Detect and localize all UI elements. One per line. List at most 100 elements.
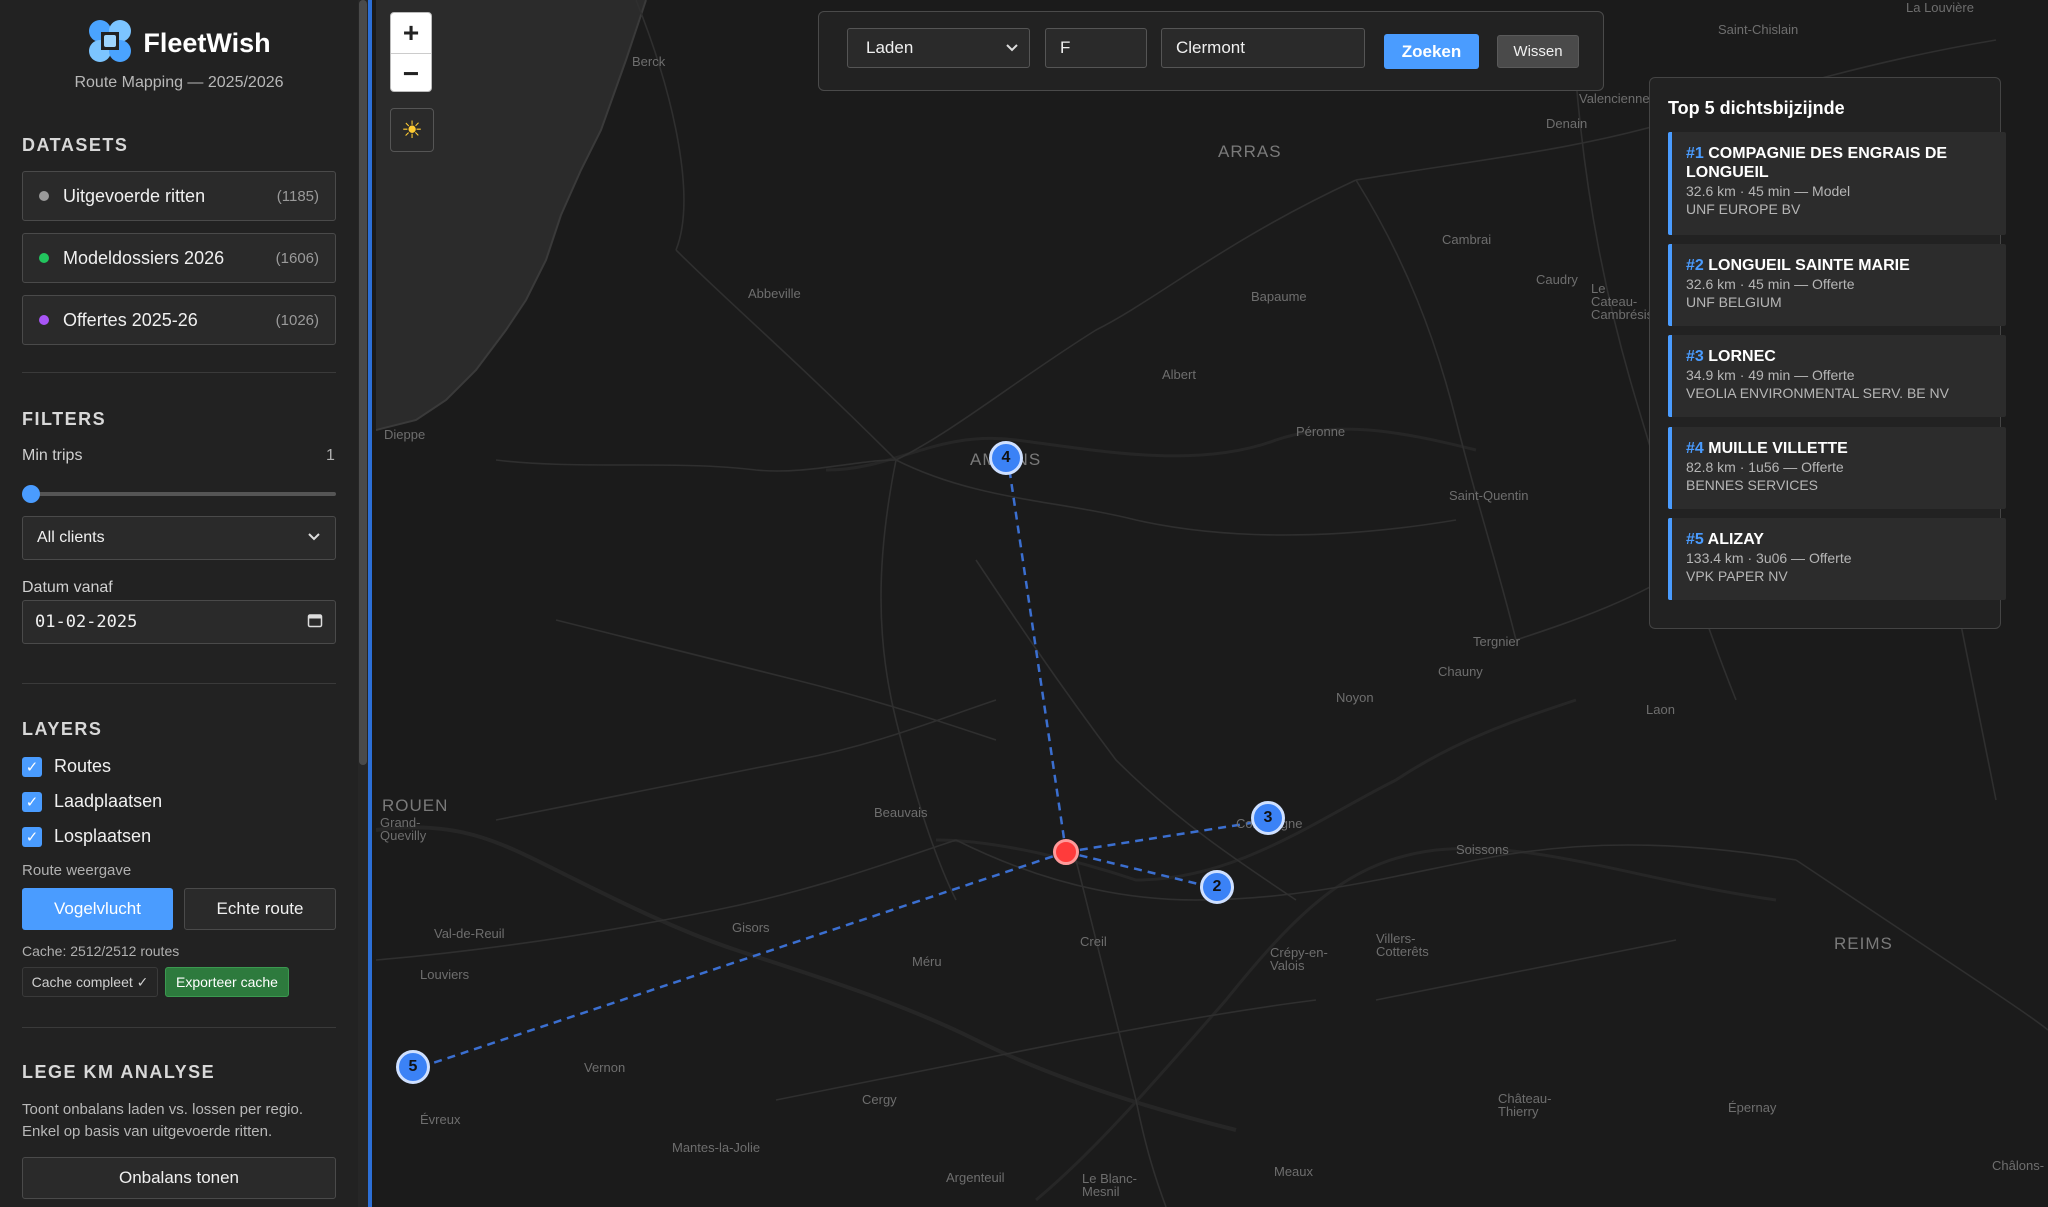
layer-losplaatsen[interactable]: ✓ Losplaatsen	[22, 826, 151, 847]
export-cache-button[interactable]: Exporteer cache	[165, 967, 289, 997]
sidebar: FleetWish Route Mapping — 2025/2026 DATA…	[0, 0, 372, 1207]
layer-laadplaatsen[interactable]: ✓ Laadplaatsen	[22, 791, 162, 812]
zoom-out-button[interactable]: −	[391, 53, 431, 93]
route-bird-button[interactable]: Vogelvlucht	[22, 888, 173, 930]
place-label: Saint-Chislain	[1718, 22, 1799, 37]
show-imbalance-button[interactable]: Onbalans tonen	[22, 1157, 336, 1199]
place-label: Val-de-Reuil	[434, 926, 505, 941]
top5-meta: 32.6 km · 45 min — Offerte	[1686, 276, 1855, 292]
result-marker-2[interactable]: 2	[1200, 870, 1234, 904]
layer-label: Losplaatsen	[54, 826, 152, 846]
divider	[22, 372, 336, 373]
route-line-2	[1065, 850, 1220, 891]
place-label: ROUEN	[382, 796, 449, 815]
place-label: Cergy	[862, 1092, 897, 1107]
top5-item-2[interactable]: #2 LONGUEIL SAINTE MARIE 32.6 km · 45 mi…	[1668, 244, 2006, 326]
place-label: Abbeville	[748, 286, 801, 301]
top5-item-1[interactable]: #1 COMPAGNIE DES ENGRAIS DE LONGUEIL 32.…	[1668, 132, 2006, 235]
city-input[interactable]: Clermont	[1161, 28, 1365, 68]
dataset-color-dot	[39, 253, 49, 263]
scrollbar-thumb[interactable]	[359, 0, 367, 765]
dataset-offertes-2025-26[interactable]: Offertes 2025-26 (1026)	[22, 295, 336, 345]
app: FleetWish Route Mapping — 2025/2026 DATA…	[0, 0, 2048, 1207]
dataset-count: (1185)	[276, 187, 319, 205]
checkbox-checked-icon[interactable]: ✓	[22, 756, 42, 777]
top5-meta: 32.6 km · 45 min — Model	[1686, 183, 1851, 199]
cache-complete-button[interactable]: Cache compleet ✓	[22, 967, 158, 997]
checkbox-checked-icon[interactable]: ✓	[22, 791, 42, 812]
place-label: Châlons-	[1992, 1158, 2045, 1173]
calendar-icon[interactable]	[307, 612, 323, 633]
top5-meta: 34.9 km · 49 min — Offerte	[1686, 367, 1855, 383]
clear-button[interactable]: Wissen	[1497, 35, 1579, 68]
dataset-uitgevoerde-ritten[interactable]: Uitgevoerde ritten (1185)	[22, 171, 336, 221]
layers-title: LAYERS	[22, 719, 103, 739]
top5-title: Top 5 dichtsbijzijnde	[1668, 98, 1845, 118]
top5-client: VPK PAPER NV	[1686, 568, 1788, 584]
checkbox-checked-icon[interactable]: ✓	[22, 826, 42, 847]
theme-toggle-button[interactable]: ☀	[390, 108, 434, 152]
slider-track	[22, 492, 336, 496]
top5-name: COMPAGNIE DES ENGRAIS DE LONGUEIL	[1686, 145, 1948, 181]
mode-select-value: Laden	[866, 38, 914, 57]
place-label: La Louvière	[1906, 0, 1974, 15]
dataset-name: Offertes 2025-26	[63, 309, 198, 330]
top5-client: UNF EUROPE BV	[1686, 201, 1801, 217]
min-trips-label: Min trips	[22, 447, 83, 464]
place-label: Mantes-la-Jolie	[672, 1140, 761, 1155]
result-marker-5[interactable]: 5	[396, 1050, 430, 1084]
dataset-color-dot	[39, 315, 49, 325]
chevron-down-icon	[307, 529, 321, 547]
place-label: Crépy-en-Valois	[1270, 945, 1328, 973]
datasets-title: DATASETS	[22, 135, 129, 155]
top5-rank: #2	[1686, 257, 1704, 274]
dataset-name: Uitgevoerde ritten	[63, 185, 206, 206]
top5-item-4[interactable]: #4 MUILLE VILLETTE 82.8 km · 1u56 — Offe…	[1668, 427, 2006, 509]
place-label: Méru	[912, 954, 942, 969]
slider-knob[interactable]	[22, 485, 40, 503]
dataset-modeldossiers-2026[interactable]: Modeldossiers 2026 (1606)	[22, 233, 336, 283]
result-marker-3[interactable]: 3	[1251, 801, 1285, 835]
place-label: Caudry	[1536, 272, 1578, 287]
place-label: Tergnier	[1473, 634, 1520, 649]
place-label: Berck	[632, 54, 666, 69]
place-label: Beauvais	[874, 805, 928, 820]
country-input[interactable]: F	[1045, 28, 1147, 68]
search-bar: Laden F Clermont Zoeken Wissen	[818, 11, 1604, 91]
min-trips-slider[interactable]	[22, 485, 336, 503]
min-trips-value: 1	[326, 447, 335, 464]
river-seine	[376, 825, 1237, 1132]
top5-item-5[interactable]: #5 ALIZAY 133.4 km · 3u06 — Offerte VPK …	[1668, 518, 2006, 600]
brand-title: FleetWish	[143, 27, 271, 58]
dataset-color-dot	[39, 191, 49, 201]
result-marker-4[interactable]: 4	[989, 441, 1023, 475]
place-label: Grand-Quevilly	[380, 815, 427, 843]
layer-routes[interactable]: ✓ Routes	[22, 756, 111, 777]
top5-item-3[interactable]: #3 LORNEC 34.9 km · 49 min — Offerte VEO…	[1668, 335, 2006, 417]
top5-rank: #3	[1686, 348, 1704, 365]
top5-name: LONGUEIL SAINTE MARIE	[1708, 257, 1910, 274]
chevron-down-icon	[1005, 38, 1019, 58]
sidebar-scrollbar[interactable]	[358, 0, 368, 1207]
river-somme	[825, 427, 1477, 472]
search-button[interactable]: Zoeken	[1384, 34, 1479, 69]
top5-meta: 82.8 km · 1u56 — Offerte	[1686, 459, 1844, 475]
place-label: Péronne	[1296, 424, 1346, 439]
date-input[interactable]: 01-02-2025	[22, 600, 336, 644]
map[interactable]: Berck Saint-Chislain La Louvière Valenci…	[376, 0, 2048, 1207]
origin-marker[interactable]	[1053, 839, 1079, 865]
place-label: Villers-Cotterêts	[1376, 931, 1429, 959]
lege-km-title: LEGE KM ANALYSE	[22, 1062, 216, 1082]
divider	[22, 1027, 336, 1028]
place-label: Argenteuil	[946, 1170, 1005, 1185]
client-select[interactable]: All clients	[22, 516, 336, 560]
mode-select[interactable]: Laden	[847, 28, 1030, 68]
place-label: Épernay	[1728, 1100, 1777, 1115]
place-label: Meaux	[1274, 1164, 1314, 1179]
top5-rank: #4	[1686, 440, 1704, 457]
zoom-in-button[interactable]: +	[391, 13, 431, 53]
place-label: Noyon	[1336, 690, 1374, 705]
place-label: Vernon	[584, 1060, 626, 1075]
place-label: Le Blanc-Mesnil	[1082, 1171, 1137, 1199]
route-real-button[interactable]: Echte route	[184, 888, 336, 930]
